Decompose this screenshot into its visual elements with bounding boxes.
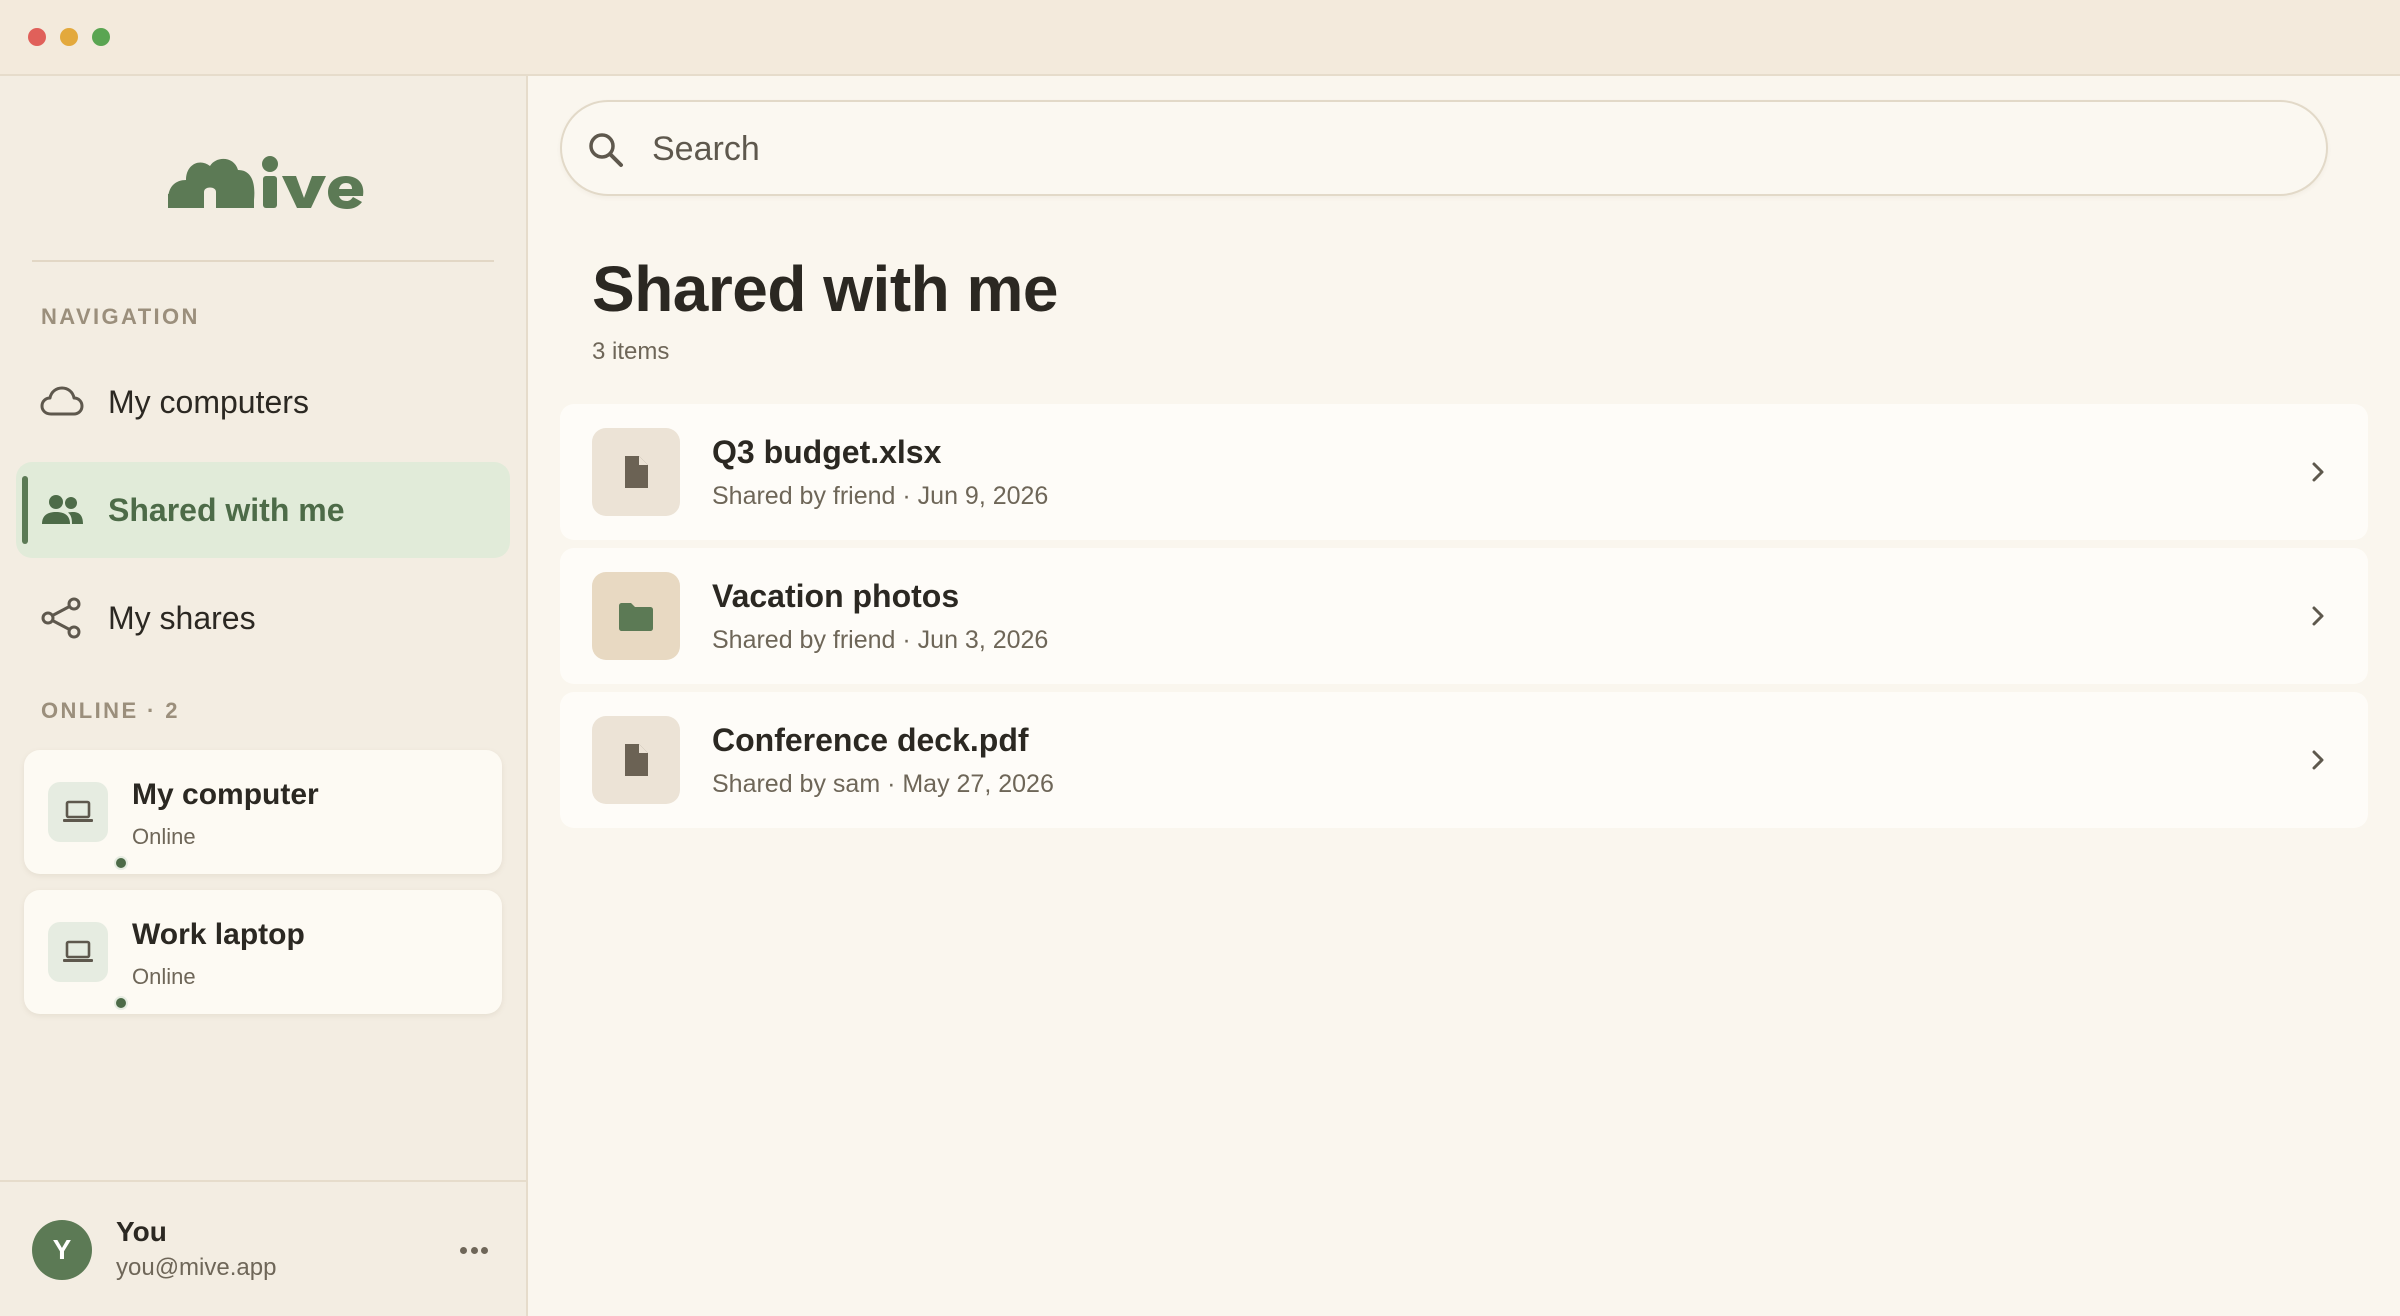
file-name: Conference deck.pdf [712,722,1029,758]
search-icon [589,133,623,167]
sidebar: NAVIGATION My computers Shared with me M… [0,76,528,1316]
sidebar-item-label: My computers [108,384,309,420]
share-icon [41,597,81,639]
device-card-work-laptop[interactable]: Work laptop Online [24,890,502,1014]
page-title: Shared with me [592,253,1059,325]
laptop-icon [63,800,93,822]
online-section-label: ONLINE · 2 [41,698,180,723]
avatar[interactable]: Y [32,1220,92,1280]
device-icon-wrap [48,922,128,1010]
sidebar-item-shared-with-me[interactable]: Shared with me [16,462,510,558]
sidebar-item-my-computers[interactable]: My computers [16,354,510,450]
logo-divider [32,260,494,262]
cloud-icon [40,386,84,416]
navigation-section-label: NAVIGATION [41,304,200,329]
file-icon [625,744,648,776]
shared-item-row[interactable]: Conference deck.pdf Shared by sam · May … [560,692,2368,828]
laptop-icon [63,940,93,962]
close-window-button[interactable] [28,28,46,46]
shared-item-row[interactable]: Vacation photos Shared by friend · Jun 3… [560,548,2368,684]
device-icon-wrap [48,782,128,870]
file-meta: Shared by friend · Jun 9, 2026 [712,482,1049,510]
mive-logo[interactable] [166,142,366,218]
file-name: Q3 budget.xlsx [712,434,942,470]
device-name: Work laptop [132,918,305,951]
file-icon [625,456,648,488]
chevron-right-icon[interactable] [2300,598,2336,634]
sidebar-item-my-shares[interactable]: My shares [16,570,510,666]
user-email: you@mive.app [116,1254,277,1281]
search-bar[interactable] [560,100,2328,196]
shared-item-row[interactable]: Q3 budget.xlsx Shared by friend · Jun 9,… [560,404,2368,540]
maximize-window-button[interactable] [92,28,110,46]
device-status: Online [132,964,196,989]
file-meta: Shared by sam · May 27, 2026 [712,770,1054,798]
user-account-bar: Y You you@mive.app [0,1180,526,1316]
file-meta: Shared by friend · Jun 3, 2026 [712,626,1049,654]
folder-thumbnail [592,572,680,660]
user-name: You [116,1216,167,1247]
chevron-right-icon[interactable] [2300,742,2336,778]
file-name: Vacation photos [712,578,960,614]
sidebar-item-label: Shared with me [108,492,345,528]
more-dot [470,1246,478,1254]
file-thumbnail [592,716,680,804]
item-count: 3 items [592,338,670,365]
file-thumbnail [592,428,680,516]
window-titlebar [0,0,2400,76]
minimize-window-button[interactable] [60,28,78,46]
sidebar-item-label: My shares [108,600,256,636]
active-indicator [22,476,28,544]
more-dot [481,1246,488,1254]
device-name: My computer [132,778,319,811]
device-card-my-computer[interactable]: My computer Online [24,750,502,874]
device-status: Online [132,824,196,849]
more-dot [460,1246,467,1254]
online-status-dot [114,996,128,1010]
folder-icon [619,603,653,631]
more-options-button[interactable] [456,1234,492,1266]
search-input[interactable] [652,124,2252,174]
chevron-right-icon[interactable] [2300,454,2336,490]
people-icon [42,495,83,524]
online-status-dot [114,856,128,870]
